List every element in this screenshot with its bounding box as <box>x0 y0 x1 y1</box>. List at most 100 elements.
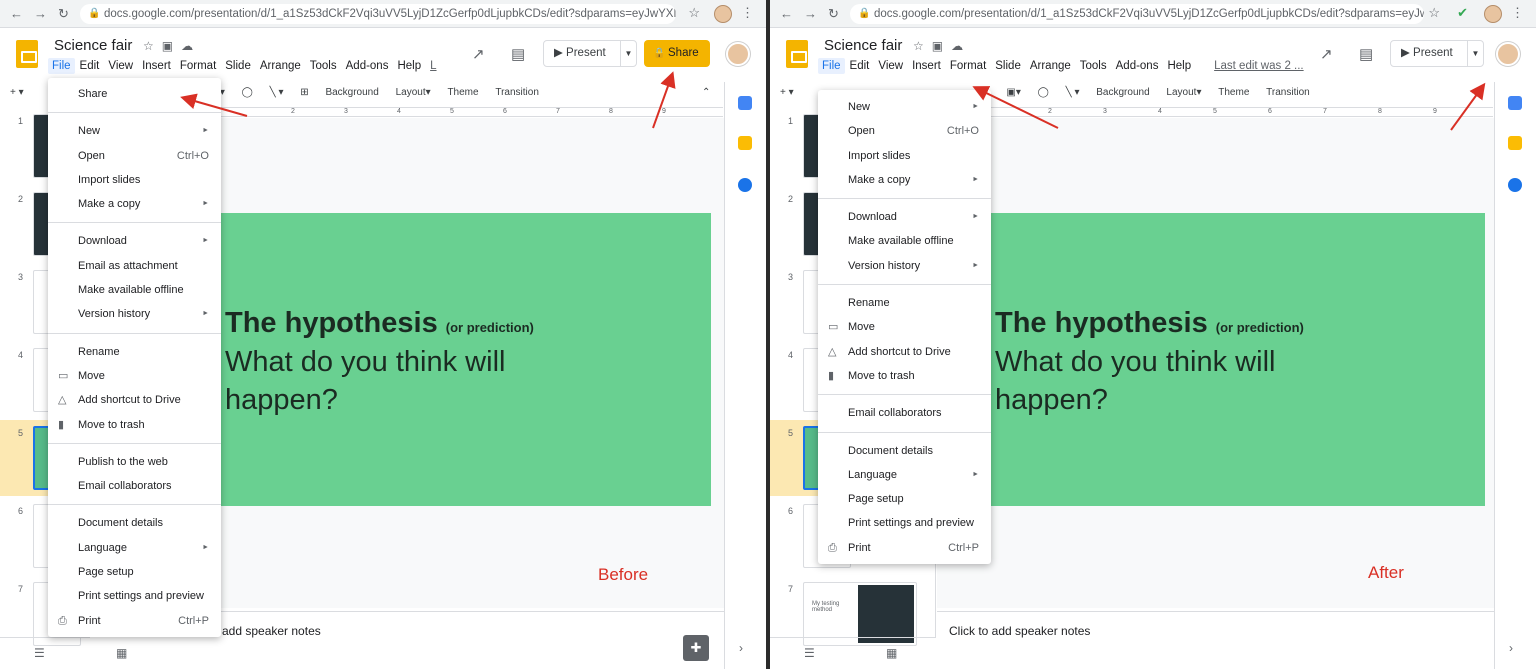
calendar-icon[interactable] <box>738 96 752 110</box>
doc-title[interactable]: Science fair <box>54 37 132 54</box>
menu-help[interactable]: Help <box>393 58 425 74</box>
background-button[interactable]: Background <box>1096 82 1149 104</box>
back-icon[interactable]: ← <box>10 6 23 21</box>
keep-icon[interactable] <box>738 136 752 150</box>
slides-logo-icon[interactable] <box>16 40 38 68</box>
present-dropdown-icon[interactable]: ▼ <box>1467 41 1483 66</box>
present-button[interactable]: ▶ Present ▼ <box>543 40 637 67</box>
comment-add-icon[interactable]: ⊞ <box>300 82 308 104</box>
doc-title[interactable]: Science fair <box>824 37 902 54</box>
reload-icon[interactable]: ↻ <box>828 6 839 22</box>
menu-item-make-available-offline[interactable]: Make available offline <box>818 229 991 253</box>
menu-file[interactable]: File <box>818 58 845 74</box>
menu-item-language[interactable]: Language ► <box>818 463 991 487</box>
menu-item-download[interactable]: Download ► <box>48 229 221 253</box>
last-edit-truncated[interactable]: L <box>426 58 440 74</box>
shape-icon[interactable]: ◯ <box>1038 82 1049 104</box>
expand-panel-icon[interactable]: › <box>1509 641 1513 655</box>
menu-tools[interactable]: Tools <box>306 58 341 74</box>
theme-button[interactable]: Theme <box>1218 82 1249 104</box>
menu-item-page-setup[interactable]: Page setup <box>818 487 991 511</box>
menu-item-document-details[interactable]: Document details <box>48 511 221 535</box>
more-icon[interactable]: ⋮ <box>741 5 754 21</box>
menu-item-import-slides[interactable]: Import slides <box>48 168 221 192</box>
profile-avatar[interactable] <box>1484 5 1502 23</box>
menu-item-print[interactable]: ⎙ Print Ctrl+P <box>48 609 221 633</box>
forward-icon[interactable]: → <box>804 6 817 21</box>
transition-button[interactable]: Transition <box>495 82 539 104</box>
menu-item-print-settings-and-preview[interactable]: Print settings and preview <box>818 511 991 535</box>
explore-icon[interactable]: ✚ <box>683 635 709 661</box>
user-avatar[interactable] <box>726 42 750 66</box>
menu-item-make-available-offline[interactable]: Make available offline <box>48 278 221 302</box>
menu-view[interactable]: View <box>104 58 137 74</box>
comments-icon[interactable]: ▤ <box>1359 45 1373 63</box>
user-avatar[interactable] <box>1496 42 1520 66</box>
menu-item-move-to-trash[interactable]: ▮ Move to trash <box>48 413 221 437</box>
menu-item-new[interactable]: New ► <box>48 119 221 143</box>
list-view-icon[interactable]: ☰ <box>804 646 815 660</box>
menu-format[interactable]: Format <box>946 58 990 74</box>
menu-tools[interactable]: Tools <box>1076 58 1111 74</box>
activity-icon[interactable]: ↗ <box>472 45 485 63</box>
slide-body[interactable]: What do you think will happen? <box>225 343 505 419</box>
menu-item-move[interactable]: ▭ Move <box>48 364 221 388</box>
menu-item-open[interactable]: Open Ctrl+O <box>48 144 221 168</box>
speaker-notes[interactable]: add speaker notes <box>210 611 724 669</box>
image-icon[interactable]: ▣▾ <box>1006 82 1020 104</box>
share-button[interactable]: 🔒 Share <box>644 40 710 67</box>
menu-item-import-slides[interactable]: Import slides <box>818 144 991 168</box>
tasks-icon[interactable] <box>1508 178 1522 192</box>
menu-item-version-history[interactable]: Version history ► <box>818 254 991 278</box>
slide-title[interactable]: The hypothesis (or prediction) <box>995 307 1304 340</box>
menu-item-new[interactable]: New ► <box>818 95 991 119</box>
menu-item-email-collaborators[interactable]: Email collaborators <box>818 401 991 425</box>
transition-button[interactable]: Transition <box>1266 82 1310 104</box>
line-icon[interactable]: ╲ ▾ <box>270 82 284 104</box>
address-bar[interactable]: 🔒 docs.google.com/presentation/d/1_a1Sz5… <box>80 4 676 24</box>
star-icon[interactable]: ☆ <box>1428 5 1440 21</box>
title-icons[interactable]: ☆▣☁ <box>913 39 971 53</box>
shape-icon[interactable]: ◯ <box>242 82 253 104</box>
menu-addons[interactable]: Add-ons <box>342 58 393 74</box>
present-dropdown-icon[interactable]: ▼ <box>620 41 636 66</box>
layout-button[interactable]: Layout▾ <box>396 82 431 104</box>
title-icons[interactable]: ☆▣☁ <box>143 39 201 53</box>
menu-item-email-collaborators[interactable]: Email collaborators <box>48 474 221 498</box>
menu-item-language[interactable]: Language ► <box>48 536 221 560</box>
forward-icon[interactable]: → <box>34 6 47 21</box>
profile-avatar[interactable] <box>714 5 732 23</box>
menu-edit[interactable]: Edit <box>846 58 874 74</box>
slides-logo-icon[interactable] <box>786 40 808 68</box>
background-button[interactable]: Background <box>325 82 378 104</box>
grid-view-icon[interactable]: ▦ <box>116 646 127 660</box>
comments-icon[interactable]: ▤ <box>511 45 525 63</box>
extension-icon[interactable]: ✔ <box>1457 5 1468 21</box>
layout-button[interactable]: Layout▾ <box>1166 82 1201 104</box>
line-icon[interactable]: ╲ ▾ <box>1066 82 1080 104</box>
menu-item-download[interactable]: Download ► <box>818 205 991 229</box>
menu-item-document-details[interactable]: Document details <box>818 439 991 463</box>
menu-item-share[interactable]: Share <box>48 82 221 106</box>
theme-button[interactable]: Theme <box>447 82 478 104</box>
present-button[interactable]: ▶ Present ▼ <box>1390 40 1484 67</box>
calendar-icon[interactable] <box>1508 96 1522 110</box>
expand-panel-icon[interactable]: › <box>739 641 743 655</box>
menu-addons[interactable]: Add-ons <box>1112 58 1163 74</box>
slide-body[interactable]: What do you think will happen? <box>995 343 1275 419</box>
menu-item-print-settings-and-preview[interactable]: Print settings and preview <box>48 584 221 608</box>
speaker-notes[interactable]: Click to add speaker notes <box>937 611 1494 669</box>
menu-item-print[interactable]: ⎙ Print Ctrl+P <box>818 536 991 560</box>
slide-title[interactable]: The hypothesis (or prediction) <box>225 307 534 340</box>
menu-edit[interactable]: Edit <box>76 58 104 74</box>
menu-item-publish-to-the-web[interactable]: Publish to the web <box>48 450 221 474</box>
menu-file[interactable]: File <box>48 58 75 74</box>
reload-icon[interactable]: ↻ <box>58 6 69 22</box>
menu-item-version-history[interactable]: Version history ► <box>48 302 221 326</box>
activity-icon[interactable]: ↗ <box>1320 45 1333 63</box>
menu-item-rename[interactable]: Rename <box>818 291 991 315</box>
menu-help[interactable]: Help <box>1163 58 1195 74</box>
menu-item-move-to-trash[interactable]: ▮ Move to trash <box>818 364 991 388</box>
menu-item-add-shortcut-to-drive[interactable]: △ Add shortcut to Drive <box>48 388 221 412</box>
menu-slide[interactable]: Slide <box>991 58 1025 74</box>
